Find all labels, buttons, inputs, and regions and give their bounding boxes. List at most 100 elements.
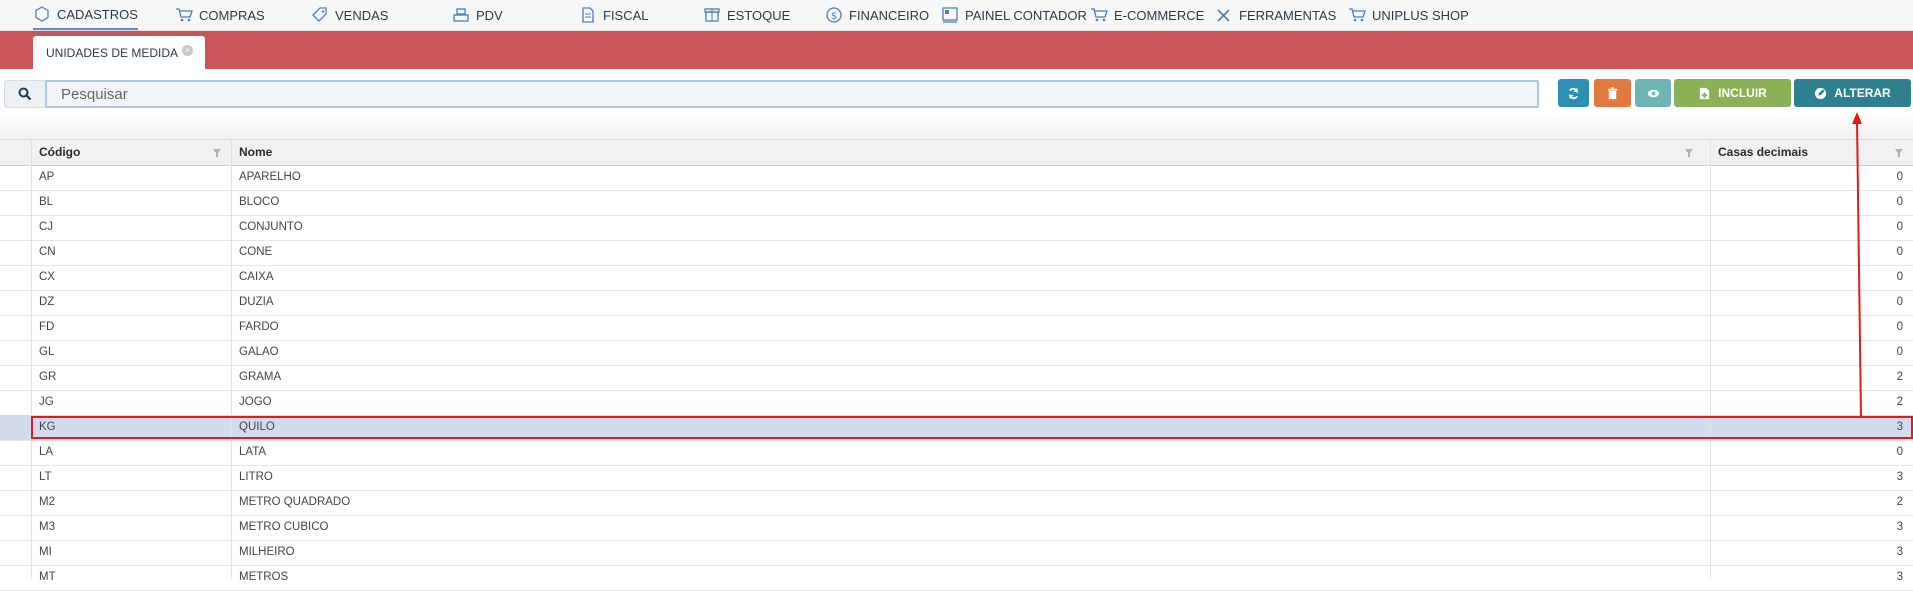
cell-codigo: MT [39,571,56,583]
table-row[interactable]: FD FARDO 0 [0,315,1913,341]
cell-casas-decimais: 0 [1896,221,1903,233]
menu-vendas[interactable]: VENDAS [311,0,388,30]
menu-ferramentas[interactable]: FERRAMENTAS [1215,0,1336,30]
delete-button[interactable] [1594,79,1631,107]
cell-codigo: KG [39,421,56,433]
column-header-codigo[interactable]: Código [39,140,231,165]
incluir-label: INCLUIR [1718,86,1767,100]
cell-nome: FARDO [239,321,279,333]
table-row[interactable]: GL GALAO 0 [0,340,1913,366]
menu-cadastros[interactable]: CADASTROS [33,0,138,30]
menu-pdv[interactable]: PDV [452,0,503,30]
menu-fiscal[interactable]: FISCAL [579,0,649,30]
menu-label: COMPRAS [199,7,265,23]
tag-icon [312,7,327,22]
trash-icon [1607,86,1618,99]
cell-casas-decimais: 2 [1896,371,1903,383]
cell-nome: BLOCO [239,196,280,208]
column-divider [231,139,232,579]
alterar-button[interactable]: ALTERAR [1794,79,1911,107]
cell-casas-decimais: 0 [1896,321,1903,333]
cell-codigo: MI [39,546,52,558]
column-title: Nome [239,145,273,159]
column-title: Casas decimais [1718,145,1809,159]
cell-nome: LATA [239,446,267,458]
table-row[interactable]: AP APARELHO 0 [0,165,1913,191]
cart-icon [1349,8,1366,22]
cell-nome: GALAO [239,346,279,358]
menu-estoque[interactable]: ESTOQUE [703,0,790,30]
menu-painel-contador[interactable]: PAINEL CONTADOR [941,0,1087,30]
box-icon [704,8,720,22]
table-row[interactable]: M3 METRO CUBICO 3 [0,515,1913,541]
menu-ecommerce[interactable]: E-COMMERCE [1090,0,1204,30]
cell-codigo: M2 [39,496,55,508]
column-title: Código [39,145,81,159]
menu-label: E-COMMERCE [1114,7,1205,23]
search-icon[interactable] [4,80,46,108]
table-row[interactable]: JG JOGO 2 [0,390,1913,416]
cell-codigo: M3 [39,521,55,533]
table-row[interactable]: DZ DUZIA 0 [0,290,1913,316]
cell-casas-decimais: 0 [1896,346,1903,358]
cell-nome: METRO CUBICO [239,521,329,533]
edit-icon [1815,87,1827,99]
table-row[interactable]: LT LITRO 3 [0,465,1913,491]
eye-icon [1647,89,1659,97]
cell-casas-decimais: 0 [1896,246,1903,258]
cell-casas-decimais: 2 [1896,396,1903,408]
table-row[interactable]: BL BLOCO 0 [0,190,1913,216]
table-row[interactable]: KG QUILO 3 [0,415,1913,441]
column-header-casas-decimais[interactable]: Casas decimais [1718,140,1913,165]
column-header-nome[interactable]: Nome [239,140,1703,165]
table-row[interactable]: CJ CONJUNTO 0 [0,215,1913,241]
view-button[interactable] [1635,79,1671,107]
menu-compras[interactable]: COMPRAS [175,0,265,30]
cell-codigo: LT [39,471,52,483]
cell-nome: APARELHO [239,171,301,183]
cell-nome: QUILO [239,421,275,433]
document-icon [582,7,594,23]
cell-codigo: CN [39,246,56,258]
cart-icon [1091,8,1108,22]
column-divider [1710,139,1711,579]
cell-casas-decimais: 0 [1896,446,1903,458]
table-row[interactable]: M2 METRO QUADRADO 2 [0,490,1913,516]
incluir-button[interactable]: INCLUIR [1674,79,1791,107]
cell-casas-decimais: 3 [1896,571,1903,583]
cell-casas-decimais: 3 [1896,546,1903,558]
search-input[interactable] [45,80,1539,108]
filter-icon[interactable] [1685,149,1693,157]
cell-codigo: FD [39,321,55,333]
refresh-button[interactable] [1558,79,1589,107]
cell-nome: METROS [239,571,289,583]
add-file-icon [1700,87,1710,99]
table-row[interactable]: LA LATA 0 [0,440,1913,466]
cell-nome: MILHEIRO [239,546,295,558]
alterar-label: ALTERAR [1834,86,1891,100]
menu-financeiro[interactable]: $ FINANCEIRO [825,0,929,30]
menu-label: UNIPLUS SHOP [1372,7,1469,23]
menu-uniplus-shop[interactable]: UNIPLUS SHOP [1348,0,1469,30]
filter-icon[interactable] [1895,149,1903,157]
cart-icon [176,8,193,22]
panel-icon [942,7,958,23]
menu-label: PAINEL CONTADOR [965,7,1087,23]
tools-icon [1217,9,1230,22]
table-row[interactable]: CN CONE 0 [0,240,1913,266]
cell-nome: CONE [239,246,273,258]
table-row[interactable]: MI MILHEIRO 3 [0,540,1913,566]
grid-header: Código Nome Casas decimais [0,139,1913,166]
tab-unidades-de-medida[interactable]: UNIDADES DE MEDIDA × [33,36,205,69]
close-icon[interactable]: × [182,45,193,56]
table-row[interactable]: CX CAIXA 0 [0,265,1913,291]
filter-icon[interactable] [213,149,221,157]
table-row[interactable]: GR GRAMA 2 [0,365,1913,391]
tab-label: UNIDADES DE MEDIDA [46,45,179,60]
table-row[interactable]: MT METROS 3 [0,565,1913,591]
cell-casas-decimais: 3 [1896,471,1903,483]
cell-nome: DUZIA [239,296,274,308]
menu-label: VENDAS [335,7,389,23]
cell-casas-decimais: 0 [1896,271,1903,283]
cell-nome: GRAMA [239,371,282,383]
